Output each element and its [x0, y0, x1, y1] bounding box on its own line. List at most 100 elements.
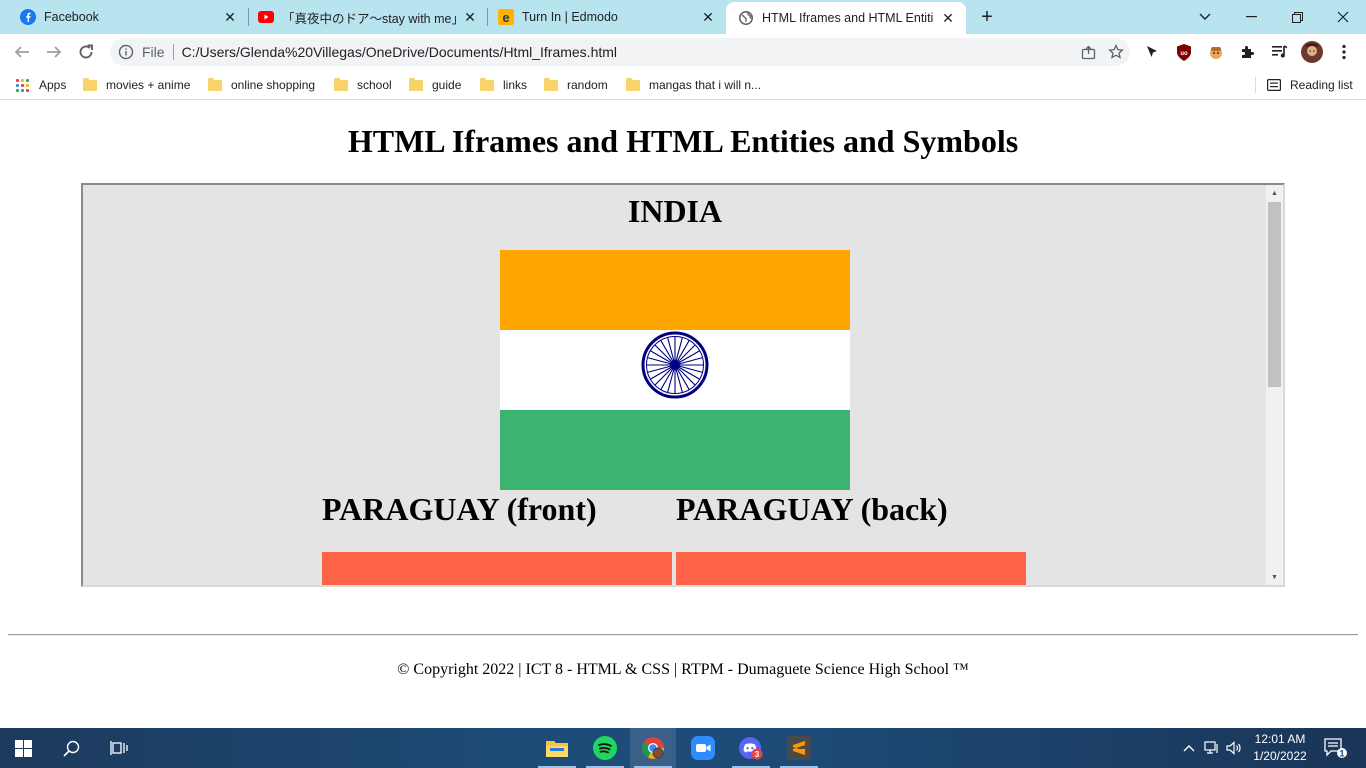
- svg-text:uo: uo: [1180, 51, 1188, 57]
- network-icon[interactable]: [1202, 728, 1222, 768]
- bookmark-folder[interactable]: mangas that i will n...: [626, 76, 761, 94]
- windows-start-icon[interactable]: [0, 728, 46, 768]
- more-menu-icon[interactable]: [1333, 41, 1355, 63]
- close-window-icon[interactable]: [1320, 0, 1366, 34]
- search-icon[interactable]: [48, 728, 94, 768]
- url-text[interactable]: C:/Users/Glenda%20Villegas/OneDrive/Docu…: [182, 44, 1074, 60]
- bookmark-label: guide: [432, 78, 462, 92]
- bookmark-folder[interactable]: random: [544, 76, 608, 94]
- globe-icon: [738, 10, 754, 26]
- volume-icon[interactable]: [1224, 728, 1244, 768]
- file-explorer-icon[interactable]: [534, 728, 580, 768]
- address-bar[interactable]: File C:/Users/Glenda%20Villegas/OneDrive…: [110, 38, 1130, 66]
- close-tab-icon[interactable]: ✕: [222, 9, 238, 25]
- tab-edmodo[interactable]: e Turn In | Edmodo ✕: [478, 0, 726, 34]
- folder-icon: [544, 77, 558, 91]
- tab-title: 「真夜中のドア〜stay with me」/ 松: [282, 11, 456, 26]
- address-divider: [172, 44, 174, 60]
- task-view-icon[interactable]: [96, 728, 142, 768]
- india-heading: INDIA: [627, 193, 723, 229]
- puzzle-extensions-icon[interactable]: [1237, 41, 1259, 63]
- minimize-icon[interactable]: [1228, 0, 1274, 34]
- svg-text:3: 3: [755, 750, 760, 759]
- cursor-extension-icon[interactable]: [1141, 41, 1163, 63]
- iframe-scrollbar[interactable]: ▲ ▼: [1266, 185, 1283, 585]
- bookmark-apps[interactable]: Apps: [16, 76, 66, 94]
- reading-list-label: Reading list: [1290, 78, 1353, 92]
- horizontal-rule: [8, 634, 1358, 636]
- bookmarks-bar: Apps movies + anime online shopping scho…: [0, 70, 1366, 100]
- forward-arrow-icon[interactable]: [40, 38, 68, 66]
- spotify-icon[interactable]: [582, 728, 628, 768]
- sublime-text-icon[interactable]: [776, 728, 822, 768]
- tab-youtube[interactable]: 「真夜中のドア〜stay with me」/ 松 ✕: [238, 0, 488, 34]
- bookmark-folder[interactable]: movies + anime: [83, 76, 190, 94]
- close-tab-icon[interactable]: ✕: [462, 9, 478, 25]
- scheme-label: File: [142, 44, 165, 60]
- bookmark-folder[interactable]: links: [480, 76, 527, 94]
- india-flag: [500, 250, 850, 490]
- svg-text:e: e: [502, 10, 509, 25]
- bookmark-label: links: [503, 78, 528, 92]
- tab-search-chevron-icon[interactable]: [1182, 0, 1228, 34]
- bookmark-label: Apps: [39, 78, 67, 92]
- ublock-icon[interactable]: uo: [1173, 41, 1195, 63]
- profile-avatar[interactable]: [1301, 41, 1323, 63]
- reading-list-icon: [1267, 79, 1281, 91]
- tab-title: HTML Iframes and HTML Entities: [762, 11, 934, 25]
- folder-icon: [334, 77, 348, 91]
- bookmark-folder[interactable]: online shopping: [208, 76, 315, 94]
- edmodo-icon: e: [498, 9, 514, 25]
- folder-icon: [208, 77, 222, 91]
- tab-title: Turn In | Edmodo: [522, 10, 618, 24]
- discord-icon[interactable]: 3: [728, 728, 774, 768]
- bookmark-folder[interactable]: guide: [409, 76, 461, 94]
- folder-icon: [409, 77, 423, 91]
- flag-band-white: [500, 330, 850, 410]
- info-icon[interactable]: [118, 44, 134, 60]
- share-icon[interactable]: [1074, 38, 1102, 66]
- windows-taskbar: 3 12:01 AM 1/20/2022 1: [0, 728, 1366, 768]
- folder-icon: [626, 77, 640, 91]
- paraguay-back-heading: PARAGUAY (back): [676, 491, 948, 527]
- bookmark-label: school: [357, 78, 392, 92]
- bookmark-label: online shopping: [231, 78, 316, 92]
- bookmarks-divider: [1255, 77, 1256, 93]
- youtube-icon: [258, 9, 274, 25]
- avatar-extension-icon[interactable]: [1205, 41, 1227, 63]
- bookmark-folder[interactable]: school: [334, 76, 392, 94]
- system-clock[interactable]: 12:01 AM 1/20/2022: [1244, 731, 1316, 765]
- reload-icon[interactable]: [72, 38, 100, 66]
- paraguay-front-flag: [322, 552, 672, 585]
- close-tab-icon[interactable]: ✕: [940, 10, 956, 26]
- svg-text:1: 1: [1339, 749, 1344, 759]
- new-tab-button[interactable]: +: [976, 6, 998, 28]
- scroll-thumb[interactable]: [1268, 202, 1281, 387]
- folder-icon: [480, 77, 494, 91]
- ashoka-chakra-icon: [641, 331, 709, 399]
- close-tab-icon[interactable]: ✕: [700, 9, 716, 25]
- clock-time: 12:01 AM: [1254, 732, 1306, 746]
- chrome-icon[interactable]: [630, 728, 676, 768]
- facebook-icon: [20, 9, 36, 25]
- bookmark-label: movies + anime: [106, 78, 191, 92]
- tab-facebook[interactable]: Facebook ✕: [0, 0, 248, 34]
- restore-icon[interactable]: [1274, 0, 1320, 34]
- tab-html-iframes[interactable]: HTML Iframes and HTML Entities ✕: [726, 2, 966, 34]
- notification-center-icon[interactable]: 1: [1320, 728, 1350, 768]
- embedded-iframe[interactable]: INDIA PARAGUAY (front) PARAGUAY (back) ▲…: [81, 183, 1285, 587]
- reading-list-button[interactable]: Reading list: [1267, 76, 1353, 94]
- bookmark-star-icon[interactable]: [1102, 38, 1130, 66]
- iframe-document: INDIA PARAGUAY (front) PARAGUAY (back): [83, 185, 1267, 585]
- zoom-icon[interactable]: [680, 728, 726, 768]
- bookmark-label: mangas that i will n...: [649, 78, 762, 92]
- scroll-up-arrow-icon[interactable]: ▲: [1266, 185, 1283, 201]
- flag-band-green: [500, 410, 850, 490]
- scroll-down-arrow-icon[interactable]: ▼: [1266, 569, 1283, 585]
- clock-date: 1/20/2022: [1253, 749, 1307, 763]
- show-hidden-icons-chevron-icon[interactable]: [1178, 728, 1200, 768]
- media-control-icon[interactable]: [1269, 41, 1291, 63]
- paraguay-front-heading: PARAGUAY (front): [322, 491, 597, 527]
- apps-grid-icon: [16, 78, 29, 92]
- back-arrow-icon[interactable]: [8, 38, 36, 66]
